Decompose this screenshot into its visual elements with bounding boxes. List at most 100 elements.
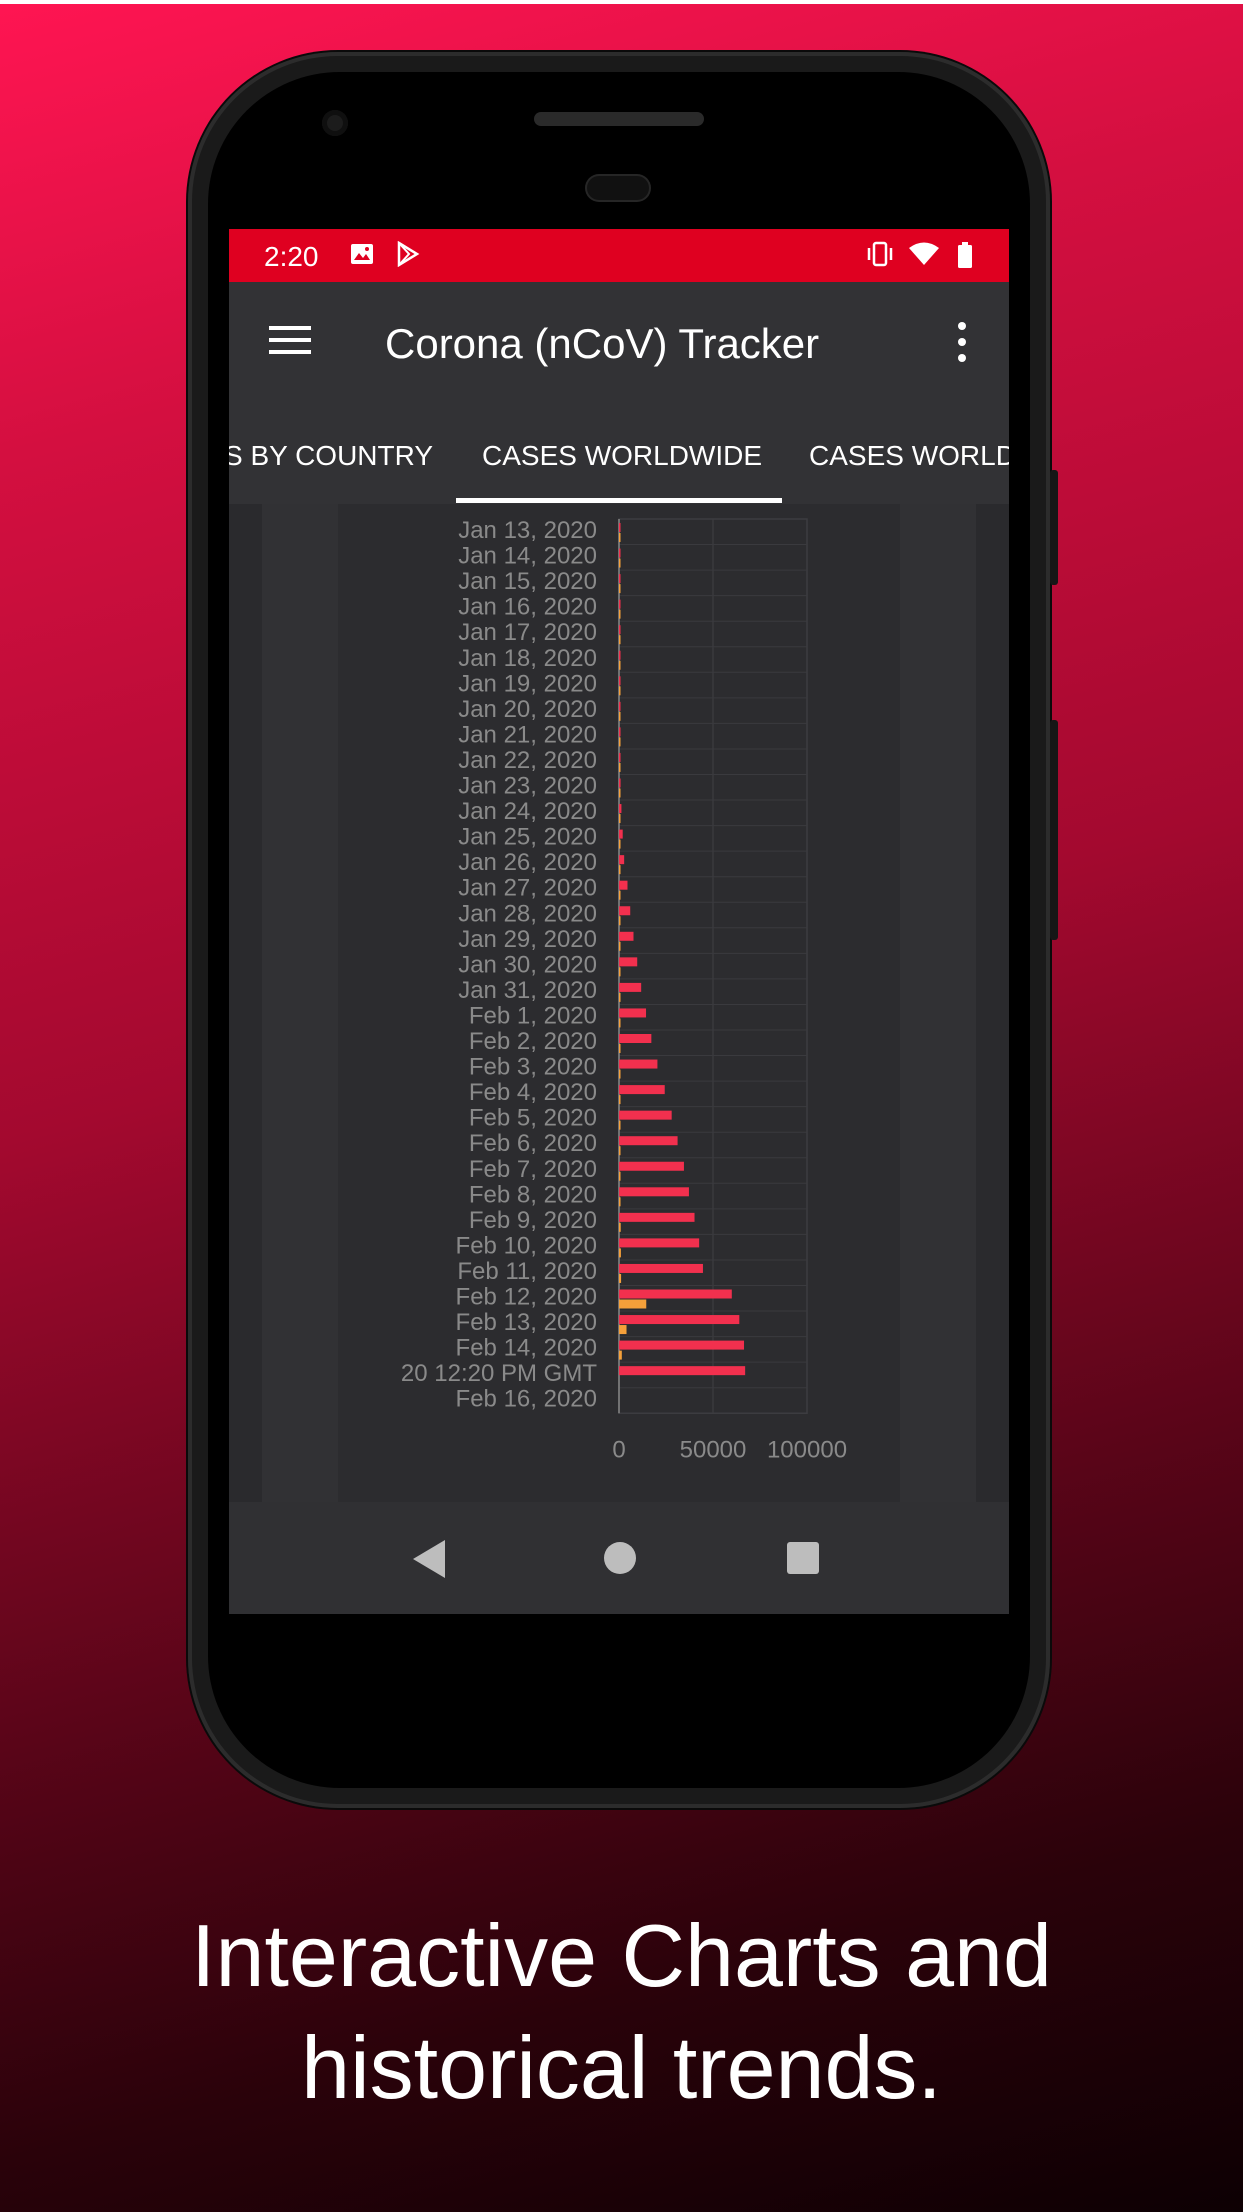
recents-icon[interactable] (787, 1542, 819, 1574)
back-icon[interactable] (413, 1540, 445, 1578)
bar-series-1 (619, 1187, 689, 1197)
bar-series-1 (619, 1263, 703, 1273)
x-tick-label: 50000 (680, 1436, 747, 1463)
bar-series-2 (619, 1044, 621, 1053)
y-tick-label: Jan 19, 2020 (458, 670, 597, 697)
bar-series-2 (619, 737, 621, 747)
volume-button (1050, 720, 1058, 940)
bar-series-2 (619, 711, 621, 721)
bar-series-1 (619, 1034, 652, 1043)
y-tick-label: Feb 14, 2020 (456, 1335, 597, 1362)
bar-series-2 (619, 635, 621, 645)
top-edge (0, 0, 1243, 4)
battery-icon (956, 241, 974, 274)
bar-series-1 (619, 574, 621, 584)
y-tick-label: Jan 21, 2020 (458, 721, 597, 748)
bar-series-2 (619, 762, 621, 772)
y-tick-label: Feb 10, 2020 (456, 1232, 597, 1259)
bar-series-1 (619, 1315, 740, 1325)
bar-series-1 (619, 1289, 732, 1299)
bar-series-1 (619, 982, 642, 992)
y-tick-label: Feb 8, 2020 (469, 1181, 597, 1208)
bar-series-2 (619, 1069, 621, 1079)
vibrate-icon (865, 241, 895, 272)
bar-series-2 (619, 916, 621, 926)
x-tick-label: 100000 (767, 1436, 847, 1463)
promo-caption: Interactive Charts and historical trends… (0, 1900, 1243, 2124)
y-tick-label: Jan 26, 2020 (458, 849, 597, 876)
bar-series-1 (619, 829, 623, 839)
y-tick-label: Jan 29, 2020 (458, 926, 597, 953)
chart-page: Jan 13, 2020 Jan 14, 2020 Jan 15, 2020 Jan … (229, 504, 1009, 1502)
bar-series-1 (619, 523, 621, 532)
bar-series-2 (619, 660, 621, 670)
phone-screen: 2:20 Corona (nCoV) Tracker S BY COUNTRY … (229, 229, 1009, 1614)
bar-series-2 (619, 839, 621, 849)
bar-series-1 (619, 599, 621, 609)
bar-series-1 (619, 906, 631, 916)
caption-line-2: historical trends. (301, 2018, 942, 2117)
y-tick-label: Feb 6, 2020 (469, 1130, 597, 1157)
bar-series-1 (619, 855, 625, 865)
bar-series-2 (619, 890, 621, 900)
y-tick-label: Feb 16, 2020 (456, 1386, 597, 1413)
bar-series-2 (619, 1222, 621, 1232)
bar-series-1 (619, 1110, 672, 1120)
y-tick-label: Feb 2, 2020 (469, 1028, 597, 1055)
bar-series-1 (619, 778, 621, 788)
bar-series-2 (619, 1018, 621, 1028)
bar-series-2 (619, 1197, 621, 1207)
bar-chart[interactable]: Jan 13, 2020Jan 14, 2020Jan 15, 2020Jan … (229, 504, 1009, 1502)
y-tick-label: Feb 7, 2020 (469, 1156, 597, 1183)
status-bar: 2:20 (229, 229, 1009, 282)
bar-series-1 (619, 1136, 678, 1146)
bar-series-2 (619, 865, 621, 875)
bar-series-2 (619, 941, 621, 951)
y-tick-label: 20 12:20 PM GMT (401, 1360, 597, 1387)
tab-bar: S BY COUNTRY CASES WORLDWIDE CASES WORLD (229, 402, 1009, 504)
bar-series-2 (619, 1325, 627, 1335)
x-tick-label: 0 (612, 1436, 625, 1463)
bar-series-2 (619, 533, 621, 542)
home-icon[interactable] (604, 1542, 636, 1574)
bar-series-1 (619, 650, 621, 660)
bar-series-1 (619, 1161, 684, 1171)
y-tick-label: Jan 30, 2020 (458, 951, 597, 978)
wifi-icon (908, 241, 940, 272)
bar-series-2 (619, 1146, 621, 1156)
bar-series-2 (619, 584, 621, 594)
hamburger-menu-icon[interactable] (269, 326, 311, 354)
more-options-icon[interactable] (955, 322, 967, 362)
y-tick-label: Feb 11, 2020 (457, 1258, 597, 1285)
bar-series-1 (619, 1085, 665, 1095)
bar-series-1 (619, 804, 622, 814)
y-tick-label: Jan 13, 2020 (458, 517, 597, 544)
y-tick-label: Jan 16, 2020 (458, 594, 597, 621)
image-icon (349, 241, 375, 272)
bar-series-1 (619, 752, 621, 762)
bar-series-2 (619, 1350, 622, 1360)
y-tick-label: Feb 1, 2020 (469, 1002, 597, 1029)
tab-cases-by-country[interactable]: S BY COUNTRY (229, 440, 433, 472)
y-tick-label: Jan 15, 2020 (458, 568, 597, 595)
bar-series-1 (619, 727, 621, 737)
earpiece-speaker (534, 112, 704, 126)
y-tick-label: Jan 27, 2020 (458, 875, 597, 902)
tab-cases-worldwide[interactable]: CASES WORLDWIDE (482, 440, 762, 472)
bar-series-2 (619, 1171, 621, 1181)
bar-series-2 (619, 1120, 621, 1130)
bar-series-2 (619, 1095, 621, 1105)
y-tick-label: Feb 3, 2020 (469, 1054, 597, 1081)
y-tick-label: Feb 13, 2020 (456, 1309, 597, 1336)
bar-series-2 (619, 1273, 622, 1283)
bar-series-1 (619, 931, 634, 941)
bar-series-1 (619, 701, 621, 711)
bar-series-1 (619, 880, 628, 890)
bar-series-1 (619, 1366, 746, 1376)
app-bar: Corona (nCoV) Tracker (229, 282, 1009, 402)
y-tick-label: Jan 31, 2020 (458, 977, 597, 1004)
navigation-bar (229, 1502, 1009, 1614)
power-button (1050, 470, 1058, 585)
tab-cases-worldwide-2[interactable]: CASES WORLD (809, 440, 1009, 472)
y-tick-label: Feb 4, 2020 (469, 1079, 597, 1106)
